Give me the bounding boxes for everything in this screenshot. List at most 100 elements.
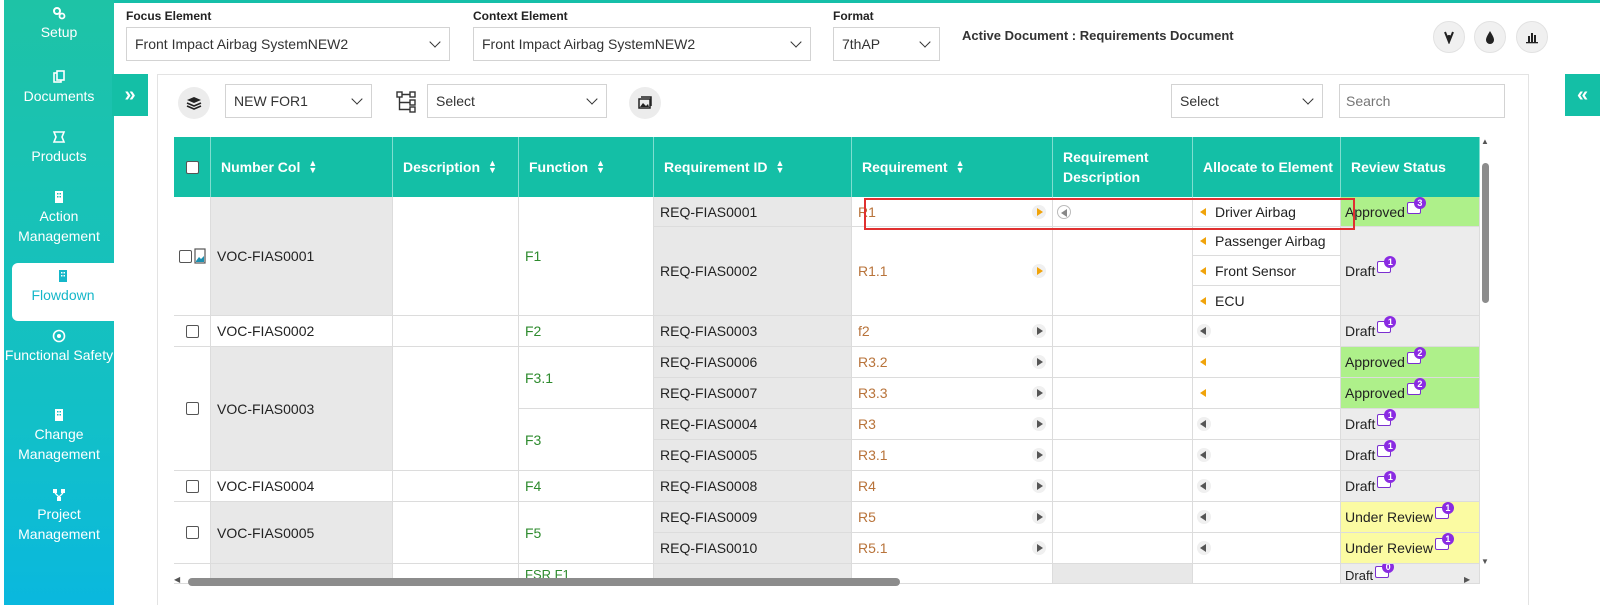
arrow-right-icon[interactable] xyxy=(1032,417,1046,431)
header-allocate-to-element[interactable]: Allocate to Element xyxy=(1193,137,1341,197)
comment-badge[interactable]: 2 xyxy=(1406,347,1426,366)
arrow-right-icon[interactable] xyxy=(1032,448,1046,462)
comment-badge[interactable]: 1 xyxy=(1377,471,1397,490)
requirement-cell[interactable]: R3.1 xyxy=(852,440,1053,471)
review-status-cell[interactable]: Draft 1 xyxy=(1341,316,1480,347)
comment-badge[interactable]: 1 xyxy=(1377,316,1397,335)
sort-icon[interactable]: ▲ ▼ xyxy=(775,159,784,175)
arrow-left-icon[interactable] xyxy=(1197,294,1211,308)
arrow-right-icon[interactable] xyxy=(1032,541,1046,555)
arrow-right-icon[interactable] xyxy=(1032,386,1046,400)
allocation-cell[interactable] xyxy=(1193,502,1341,533)
comment-badge[interactable]: 1 xyxy=(1377,440,1397,459)
arrow-right-icon[interactable] xyxy=(1032,264,1046,278)
horizontal-scrollbar[interactable]: ◀ ▶ xyxy=(174,575,1474,587)
arrow-left-icon[interactable] xyxy=(1197,448,1211,462)
sidebar-item-change-management[interactable]: Change Management xyxy=(4,408,114,464)
requirement-cell[interactable]: R5 xyxy=(852,502,1053,533)
layers-button[interactable] xyxy=(178,87,210,119)
layer-select[interactable]: NEW FOR1 xyxy=(225,84,372,118)
requirement-cell[interactable]: R3.2 xyxy=(852,347,1053,378)
comment-badge[interactable]: 1 xyxy=(1434,502,1454,521)
sidebar-item-project-management[interactable]: Project Management xyxy=(4,488,114,544)
requirement-cell[interactable]: f2 xyxy=(852,316,1053,347)
scroll-right-icon[interactable]: ▶ xyxy=(1464,575,1470,584)
expand-right-panel-button[interactable]: « xyxy=(1565,74,1600,116)
hierarchy-icon[interactable] xyxy=(396,91,418,113)
allocation-cell[interactable] xyxy=(1193,440,1341,471)
function-cell[interactable]: F3 xyxy=(519,409,654,471)
horizontal-scroll-thumb[interactable] xyxy=(188,578,900,586)
arrow-right-icon[interactable] xyxy=(1032,205,1046,219)
review-status-cell[interactable]: Draft 1 xyxy=(1341,471,1480,502)
context-element-select[interactable]: Front Impact Airbag SystemNEW2 xyxy=(473,27,811,61)
allocation-cell[interactable] xyxy=(1193,471,1341,502)
sidebar-item-action-management[interactable]: Action Management xyxy=(4,190,114,246)
focus-element-select[interactable]: Front Impact Airbag SystemNEW2 xyxy=(126,27,450,61)
search-input[interactable] xyxy=(1339,84,1505,118)
requirement-cell[interactable]: R1.1 xyxy=(852,227,1053,316)
arrow-left-icon[interactable] xyxy=(1197,324,1211,338)
expand-sidebar-button[interactable]: » xyxy=(112,74,148,116)
sort-icon[interactable]: ▲ ▼ xyxy=(308,159,317,175)
review-status-cell[interactable]: Under Review 1 xyxy=(1341,533,1480,564)
vertical-scroll-thumb[interactable] xyxy=(1482,163,1489,303)
review-status-cell[interactable]: Draft 1 xyxy=(1341,440,1480,471)
arrow-left-icon[interactable] xyxy=(1197,417,1211,431)
scroll-up-icon[interactable]: ▲ xyxy=(1481,137,1489,146)
filter-select[interactable]: Select xyxy=(1171,84,1323,118)
arrow-left-icon[interactable] xyxy=(1197,264,1211,278)
arrow-left-icon[interactable] xyxy=(1197,510,1211,524)
sidebar-item-products[interactable]: Products xyxy=(4,130,114,166)
sidebar-item-functional-safety[interactable]: Functional Safety xyxy=(4,329,114,365)
comment-badge[interactable]: 1 xyxy=(1377,256,1397,275)
row-checkbox[interactable] xyxy=(185,324,199,338)
requirement-cell[interactable]: R1 xyxy=(852,197,1053,227)
row-checkbox[interactable] xyxy=(185,402,199,415)
allocation-cell[interactable] xyxy=(1193,533,1341,564)
header-function[interactable]: Function ▲ ▼ xyxy=(519,137,654,197)
format-select[interactable]: 7thAP xyxy=(833,27,940,61)
allocation-cell[interactable] xyxy=(1193,378,1341,409)
sort-icon[interactable]: ▲ ▼ xyxy=(596,159,605,175)
arrow-left-icon[interactable] xyxy=(1197,205,1211,219)
arrow-left-icon[interactable] xyxy=(1197,355,1211,369)
function-cell[interactable]: F5 xyxy=(519,502,654,564)
arrow-right-icon[interactable] xyxy=(1032,510,1046,524)
select-all-checkbox[interactable] xyxy=(185,160,199,174)
arrow-left-icon[interactable] xyxy=(1197,234,1211,248)
scroll-left-icon[interactable]: ◀ xyxy=(174,575,180,584)
requirement-cell[interactable]: R3.3 xyxy=(852,378,1053,409)
header-number-col[interactable]: Number Col ▲ ▼ xyxy=(211,137,393,197)
allocation-cell[interactable]: Passenger Airbag xyxy=(1193,227,1341,256)
function-cell[interactable]: F3.1 xyxy=(519,347,654,409)
row-checkbox[interactable] xyxy=(178,249,192,263)
arrow-left-icon[interactable] xyxy=(1197,541,1211,555)
review-status-cell[interactable]: Draft 1 xyxy=(1341,409,1480,440)
row-checkbox[interactable] xyxy=(185,526,199,539)
sidebar-item-setup[interactable]: Setup xyxy=(4,6,114,42)
requirement-cell[interactable]: R4 xyxy=(852,471,1053,502)
comment-badge[interactable]: 2 xyxy=(1406,378,1426,397)
allocation-cell[interactable] xyxy=(1193,347,1341,378)
requirement-cell[interactable]: R5.1 xyxy=(852,533,1053,564)
requirement-cell[interactable]: R3 xyxy=(852,409,1053,440)
vertical-scrollbar[interactable]: ▲ ▼ xyxy=(1480,137,1490,569)
arrow-right-icon[interactable] xyxy=(1032,479,1046,493)
sidebar-item-documents[interactable]: Documents xyxy=(4,70,114,106)
function-cell[interactable]: F2 xyxy=(519,316,654,347)
row-checkbox[interactable] xyxy=(185,479,199,493)
review-status-cell[interactable]: Approved 2 xyxy=(1341,378,1480,409)
header-description[interactable]: Description ▲ ▼ xyxy=(393,137,519,197)
function-cell[interactable]: F1 xyxy=(519,197,654,316)
branch-button[interactable] xyxy=(1433,21,1465,53)
review-status-cell[interactable]: Under Review 1 xyxy=(1341,502,1480,533)
arrow-right-icon[interactable] xyxy=(1032,355,1046,369)
allocation-cell[interactable]: Driver Airbag xyxy=(1193,197,1341,227)
flow-select[interactable]: Select xyxy=(427,84,607,118)
allocation-cell[interactable]: ECU xyxy=(1193,286,1341,316)
review-status-cell[interactable]: Approved 2 xyxy=(1341,347,1480,378)
arrow-left-icon[interactable] xyxy=(1197,479,1211,493)
sidebar-item-flowdown[interactable]: Flowdown xyxy=(12,263,114,321)
header-review-status[interactable]: Review Status xyxy=(1341,137,1480,197)
